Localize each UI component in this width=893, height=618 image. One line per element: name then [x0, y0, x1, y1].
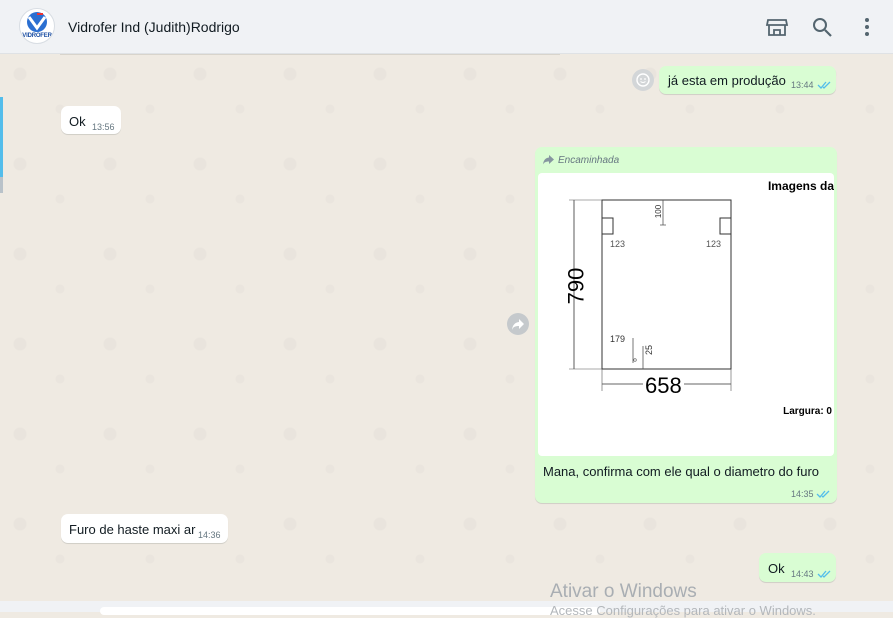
- image-caption: Mana, confirma com ele qual o diametro d…: [543, 464, 820, 479]
- image-largura-label: Largura: 0: [783, 406, 832, 417]
- message-time: 14:36: [198, 530, 221, 540]
- contact-name[interactable]: Vidrofer Ind (Judith)Rodrigo: [68, 19, 240, 35]
- message-time: 14:43: [791, 569, 814, 579]
- search-icon[interactable]: [810, 15, 834, 39]
- windows-watermark-title: Ativar o Windows: [550, 581, 697, 602]
- avatar-logo-text: VIDROFER: [22, 33, 52, 39]
- forward-message-button[interactable]: [507, 313, 529, 335]
- message-time: 14:35: [791, 489, 814, 499]
- reaction-emoji-button[interactable]: [632, 69, 654, 91]
- forward-arrow-icon: [512, 319, 524, 330]
- left-scroll-indicator-secondary: [0, 177, 3, 193]
- dim-height-label: 790: [563, 267, 589, 305]
- dim-width-label: 658: [643, 373, 684, 399]
- message-image[interactable]: Imagens da 790 658 100 123 123 179 25 La…: [538, 173, 834, 456]
- double-check-icon: [816, 490, 830, 498]
- dim-top-label: 100: [654, 204, 664, 219]
- message-text: já esta em produção: [668, 73, 786, 88]
- contact-avatar[interactable]: VIDROFER: [19, 8, 55, 44]
- message-time: 13:56: [92, 122, 115, 132]
- message-bubble-incoming[interactable]: Ok 13:56: [61, 106, 121, 134]
- left-scroll-indicator: [0, 97, 3, 177]
- message-text: Ok: [69, 114, 86, 129]
- message-input[interactable]: [100, 607, 600, 615]
- more-vert-icon[interactable]: [855, 15, 879, 39]
- dim-right-hole-label: 123: [706, 239, 722, 249]
- chat-header: VIDROFER Vidrofer Ind (Judith)Rodrigo: [0, 0, 893, 54]
- storefront-icon[interactable]: [765, 15, 789, 39]
- double-check-icon: [817, 81, 831, 89]
- message-text: Ok: [768, 561, 785, 576]
- message-bubble-outgoing[interactable]: Ok 14:43: [759, 553, 836, 582]
- windows-watermark-subtitle: Acesse Configurações para ativar o Windo…: [550, 603, 816, 618]
- message-time: 13:44: [791, 80, 814, 90]
- message-text: Furo de haste maxi ar: [69, 522, 196, 537]
- forwarded-label: Encaminhada: [558, 155, 620, 166]
- message-bubble-outgoing[interactable]: já esta em produção 13:44: [659, 66, 836, 94]
- dim-bottom-x-label: 179: [610, 334, 626, 344]
- message-bubble-incoming[interactable]: Furo de haste maxi ar 14:36: [61, 514, 228, 543]
- message-bubble-forwarded-image[interactable]: Encaminhada Imagens da 790 658 100 123 1…: [535, 147, 837, 503]
- forwarded-icon: [543, 155, 554, 165]
- double-check-icon: [817, 570, 831, 578]
- dim-bottom-y-label: 25: [644, 344, 655, 356]
- dim-left-hole-label: 123: [610, 239, 626, 249]
- scroll-divider: [60, 54, 560, 55]
- smiley-icon: [636, 73, 650, 87]
